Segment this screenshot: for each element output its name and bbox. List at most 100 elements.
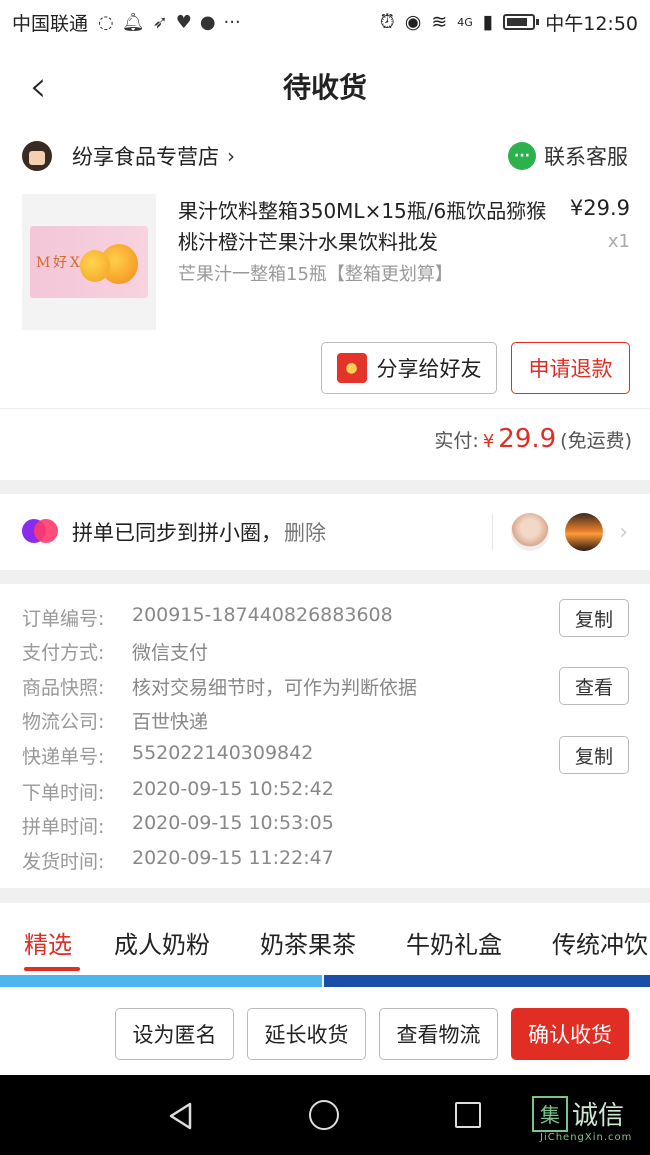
order-card: 纷享食品专营店 › ··· 联系客服 M 好 X 道 果汁饮料整箱350ML×1…	[0, 128, 650, 480]
notification-icons: ◌ 🔔︎ ➶ ♥ ● ···	[98, 12, 241, 33]
product-spec: 芒果汁一整箱15瓶【整箱更划算】	[178, 264, 453, 285]
order-number-value: 200915-187440826883608	[132, 604, 393, 626]
watermark-url: JiChengXin.com	[540, 1132, 633, 1143]
payment-note: (免运费)	[560, 430, 632, 452]
tab-adult-milk-powder[interactable]: 成人奶粉	[114, 925, 210, 960]
battery-icon	[503, 14, 540, 30]
group-time-label: 拼单时间:	[22, 816, 105, 838]
chevron-right-icon[interactable]: ›	[227, 144, 235, 168]
avatar	[511, 513, 550, 551]
nav-recents-icon[interactable]	[455, 1102, 481, 1128]
sync-text: 拼单已同步到拼小圈，	[72, 521, 282, 545]
copy-tracking-button[interactable]: 复制	[559, 736, 629, 774]
payment-amount: 29.9	[498, 424, 557, 454]
product-quantity: x1	[607, 231, 630, 252]
order-time-value: 2020-09-15 10:52:42	[132, 778, 334, 800]
group-time-row: 拼单时间: 2020-09-15 10:53:05	[22, 812, 334, 839]
tab-selected[interactable]: 精选	[24, 925, 72, 960]
pay-method-value: 微信支付	[132, 642, 209, 664]
chat-icon: ···	[508, 142, 536, 170]
wifi-icon: ≋	[431, 11, 448, 33]
watermark-logo: 集 诚信	[532, 1095, 624, 1132]
banner-right[interactable]	[324, 975, 650, 987]
shop-avatar[interactable]	[22, 141, 52, 171]
extend-receipt-button[interactable]: 延长收货	[247, 1008, 366, 1060]
nav-bar: ‹ 待收货	[0, 44, 650, 128]
order-time-row: 下单时间: 2020-09-15 10:52:42	[22, 778, 334, 805]
status-right: ⏰︎ ◉ ≋ 4G ▮ 中午12:50	[380, 9, 638, 36]
watermark-mark: 集	[532, 1095, 568, 1132]
tracking-label: 快递单号:	[22, 746, 105, 768]
divider	[0, 408, 650, 409]
signal-icon: ▮	[482, 11, 494, 33]
red-envelope-icon: ●	[336, 353, 367, 383]
share-to-friend-button[interactable]: ● 分享给好友	[321, 342, 497, 394]
message-icon: ●	[199, 11, 216, 33]
watermark-text: 诚信	[572, 1101, 625, 1131]
product-box-graphic: M 好 X 道	[30, 226, 148, 298]
set-anonymous-button[interactable]: 设为匿名	[115, 1008, 234, 1060]
order-number-label: 订单编号:	[22, 608, 105, 630]
product-title[interactable]: 果汁饮料整箱350ML×15瓶/6瓶饮品猕猴桃汁橙汁芒果汁水果饮料批发	[178, 196, 548, 258]
more-icon: ···	[223, 11, 241, 33]
confirm-receipt-button[interactable]: 确认收货	[511, 1008, 629, 1060]
ship-time-label: 发货时间:	[22, 851, 105, 873]
back-icon[interactable]: ‹	[18, 61, 58, 112]
order-time-label: 下单时间:	[22, 782, 105, 804]
contact-label: 联系客服	[544, 145, 628, 169]
recommend-banner-strip	[0, 975, 650, 987]
heart-icon: ♥	[175, 11, 192, 33]
copy-order-number-button[interactable]: 复制	[559, 599, 629, 637]
network-label: 4G	[457, 15, 473, 29]
courier-row: 物流公司: 百世快递	[22, 707, 208, 734]
sync-delete-link[interactable]: 删除	[284, 517, 326, 547]
bell-icon: 🔔︎	[121, 11, 145, 33]
tab-underline	[24, 967, 80, 971]
snapshot-label: 商品快照:	[22, 677, 105, 699]
clock-label: 中午12:50	[545, 12, 638, 35]
hotspot-icon: ◌	[98, 11, 114, 33]
order-number-row: 订单编号: 200915-187440826883608	[22, 604, 393, 631]
nav-home-icon[interactable]	[309, 1100, 339, 1130]
avatar	[565, 513, 604, 551]
shop-name[interactable]: 纷享食品专营店	[72, 141, 219, 171]
eye-icon: ◉	[404, 11, 422, 33]
ship-time-row: 发货时间: 2020-09-15 11:22:47	[22, 847, 334, 874]
carrier-label: 中国联通	[12, 12, 89, 35]
pay-method-label: 支付方式:	[22, 642, 105, 664]
ship-time-value: 2020-09-15 11:22:47	[132, 847, 334, 869]
rocket-icon: ➶	[152, 11, 168, 33]
sync-card[interactable]: 拼单已同步到拼小圈， 删除 ›	[0, 494, 650, 570]
share-label: 分享给好友	[376, 357, 482, 381]
product-image[interactable]: M 好 X 道	[22, 194, 156, 330]
banner-left[interactable]	[0, 975, 322, 987]
system-nav-bar: 集 诚信 JiChengXin.com	[0, 1075, 650, 1155]
apply-refund-button[interactable]: 申请退款	[511, 342, 630, 394]
courier-value: 百世快递	[132, 711, 209, 733]
nav-back-icon[interactable]	[166, 1101, 196, 1131]
courier-label: 物流公司:	[22, 711, 105, 733]
view-logistics-button[interactable]: 查看物流	[379, 1008, 498, 1060]
status-bar: 中国联通 ◌ 🔔︎ ➶ ♥ ● ··· ⏰︎ ◉ ≋ 4G ▮ 中午12:50	[0, 0, 650, 44]
tab-traditional-drinks[interactable]: 传统冲饮	[552, 925, 648, 960]
mango-graphic	[80, 244, 138, 284]
contact-service-button[interactable]: ··· 联系客服	[508, 141, 628, 171]
tracking-row: 快递单号: 552022140309842	[22, 742, 313, 769]
view-snapshot-button[interactable]: 查看	[559, 667, 629, 705]
payment-currency: ¥	[482, 431, 495, 452]
sync-avatars[interactable]: ›	[492, 513, 628, 551]
pinxiaoquan-icon	[22, 519, 58, 545]
snapshot-value: 核对交易细节时，可作为判断依据	[132, 677, 418, 699]
divider	[492, 514, 494, 550]
tab-milk-gift-box[interactable]: 牛奶礼盒	[406, 925, 502, 960]
bottom-action-bar: 设为匿名 延长收货 查看物流 确认收货	[0, 987, 650, 1075]
category-tabs: 精选 成人奶粉 奶茶果茶 牛奶礼盒 传统冲饮	[0, 903, 650, 975]
page-title: 待收货	[282, 71, 367, 104]
group-time-value: 2020-09-15 10:53:05	[132, 812, 334, 834]
alarm-icon: ⏰︎	[379, 11, 395, 33]
pay-method-row: 支付方式: 微信支付	[22, 638, 208, 665]
chevron-right-icon[interactable]: ›	[619, 520, 628, 545]
order-info-card: 订单编号: 200915-187440826883608 复制 支付方式: 微信…	[0, 584, 650, 888]
tab-milk-tea[interactable]: 奶茶果茶	[260, 925, 356, 960]
snapshot-row: 商品快照: 核对交易细节时，可作为判断依据	[22, 673, 417, 700]
